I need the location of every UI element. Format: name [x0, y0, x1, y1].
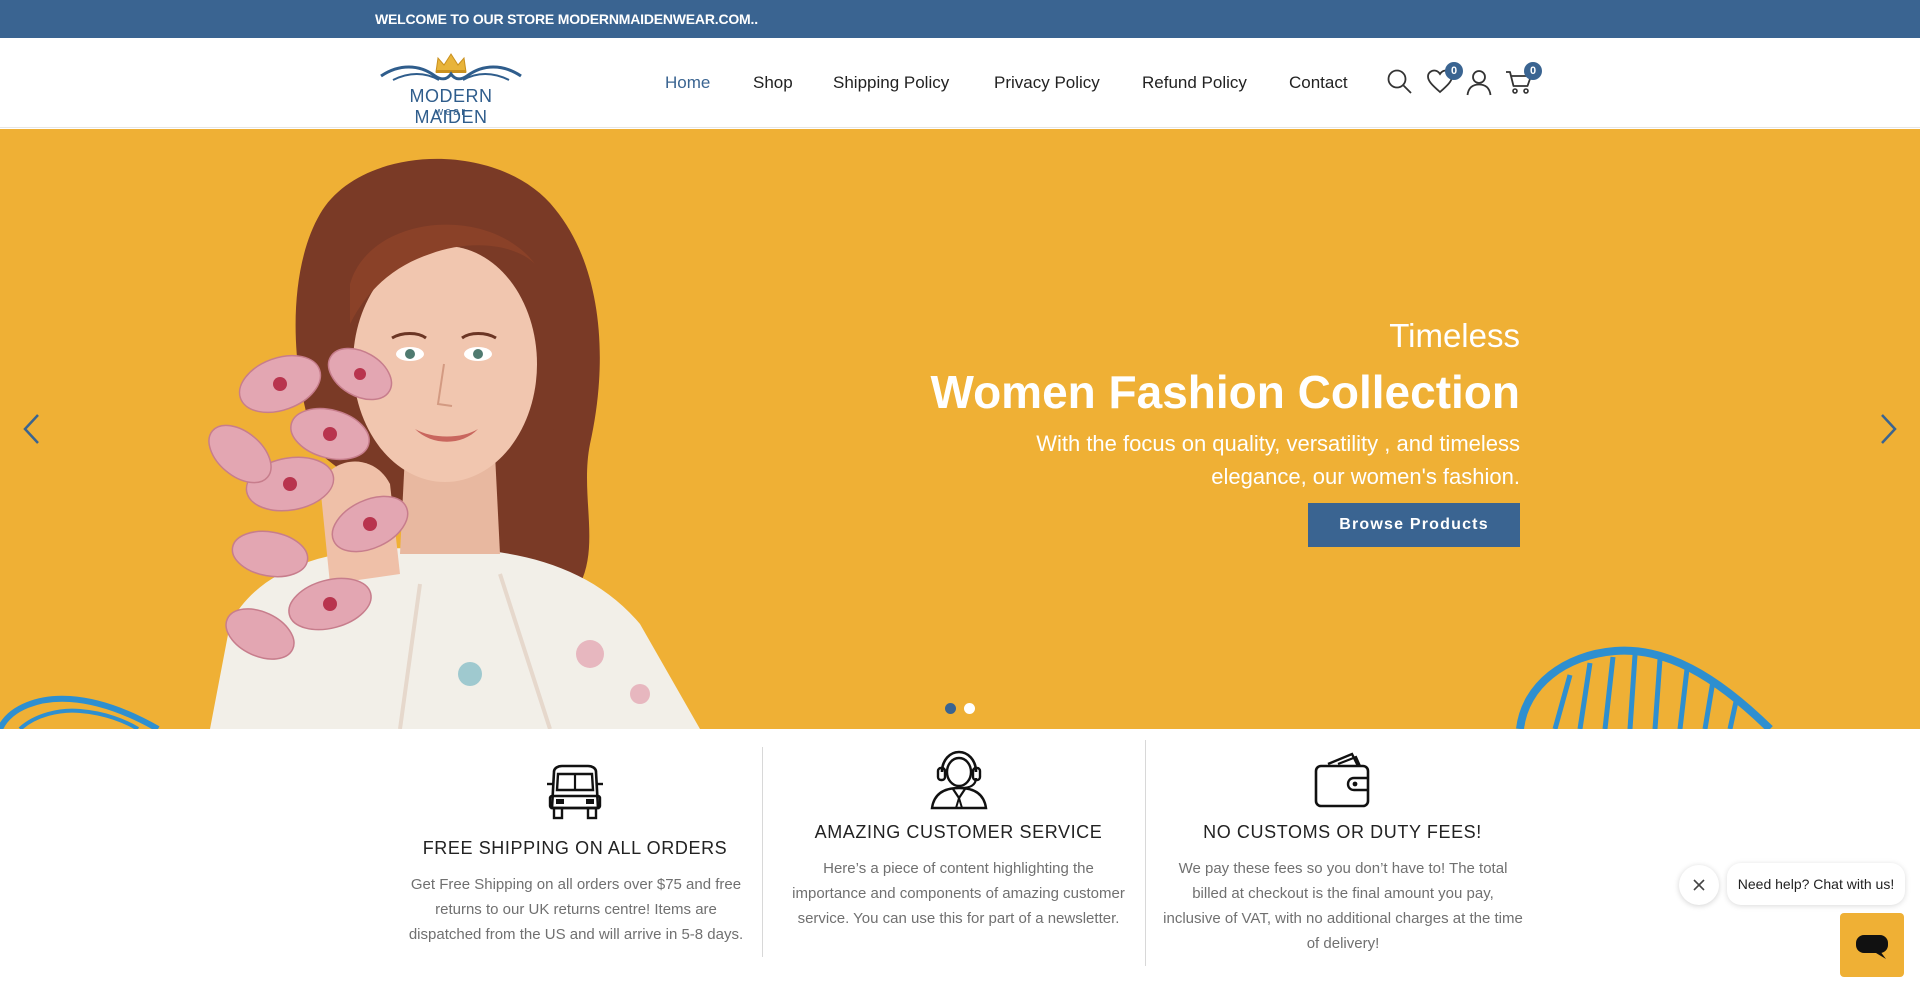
- announcement-bar: WELCOME TO OUR STORE MODERNMAIDENWEAR.CO…: [0, 0, 1920, 38]
- chat-icon: [1856, 935, 1888, 959]
- nav-item-shipping-policy[interactable]: Shipping Policy: [833, 73, 949, 93]
- chat-launcher-button[interactable]: [1840, 913, 1904, 977]
- decorative-coral-right: [1516, 646, 1773, 729]
- nav-item-shop[interactable]: Shop: [753, 73, 793, 93]
- store-logo[interactable]: MODERN MAIDEN wear: [375, 50, 527, 127]
- feature-divider: [762, 747, 763, 957]
- logo-wave-icon: [380, 65, 522, 81]
- feature-title-shipping: FREE SHIPPING ON ALL ORDERS: [422, 838, 728, 858]
- search-icon[interactable]: [1386, 68, 1414, 96]
- hero-kicker: Timeless: [1389, 317, 1520, 354]
- feature-text-service: Here’s a piece of content highlighting t…: [792, 860, 1125, 927]
- hero-title: Women Fashion Collection: [930, 366, 1520, 418]
- decorative-coral-left: [0, 695, 160, 729]
- hero-slider: Timeless Women Fashion Collection With t…: [0, 129, 1920, 729]
- chat-dismiss-button[interactable]: [1679, 865, 1719, 905]
- browse-products-button[interactable]: Browse Products: [1308, 503, 1520, 547]
- nav-item-privacy-policy[interactable]: Privacy Policy: [994, 73, 1100, 93]
- wallet-icon: [1314, 752, 1370, 808]
- cart-count-badge: 0: [1524, 62, 1542, 80]
- logo-subtitle: wear: [435, 106, 467, 118]
- chevron-right-icon[interactable]: [1876, 411, 1900, 447]
- nav-item-refund-policy[interactable]: Refund Policy: [1142, 73, 1247, 93]
- wishlist-button[interactable]: 0: [1426, 62, 1463, 96]
- feature-text-shipping: Get Free Shipping on all orders over $75…: [408, 876, 744, 943]
- headset-agent-icon: [930, 750, 988, 810]
- van-icon: [547, 764, 603, 820]
- slider-dot-2[interactable]: [964, 703, 975, 714]
- announcement-text: WELCOME TO OUR STORE MODERNMAIDENWEAR.CO…: [375, 11, 758, 27]
- chat-prompt[interactable]: Need help? Chat with us!: [1727, 863, 1905, 905]
- nav-item-contact[interactable]: Contact: [1289, 73, 1348, 93]
- site-header: MODERN MAIDEN wear Home Shop Shipping Po…: [0, 38, 1920, 128]
- feature-title-service: AMAZING CUSTOMER SERVICE: [814, 822, 1103, 842]
- slider-dot-1[interactable]: [945, 703, 956, 714]
- cart-button[interactable]: 0: [1505, 62, 1542, 96]
- feature-text-fees: We pay these fees so you don’t have to! …: [1163, 860, 1523, 952]
- wishlist-count-badge: 0: [1445, 62, 1463, 80]
- feature-divider: [1145, 740, 1146, 966]
- nav-item-home[interactable]: Home: [665, 73, 710, 93]
- user-icon[interactable]: [1465, 68, 1493, 96]
- hero-model-image: [208, 158, 700, 729]
- chevron-left-icon[interactable]: [20, 411, 44, 447]
- feature-title-fees: NO CUSTOMS OR DUTY FEES!: [1203, 822, 1482, 842]
- hero-description: With the focus on quality, versatility ,…: [1036, 431, 1520, 489]
- close-icon: [1693, 879, 1705, 891]
